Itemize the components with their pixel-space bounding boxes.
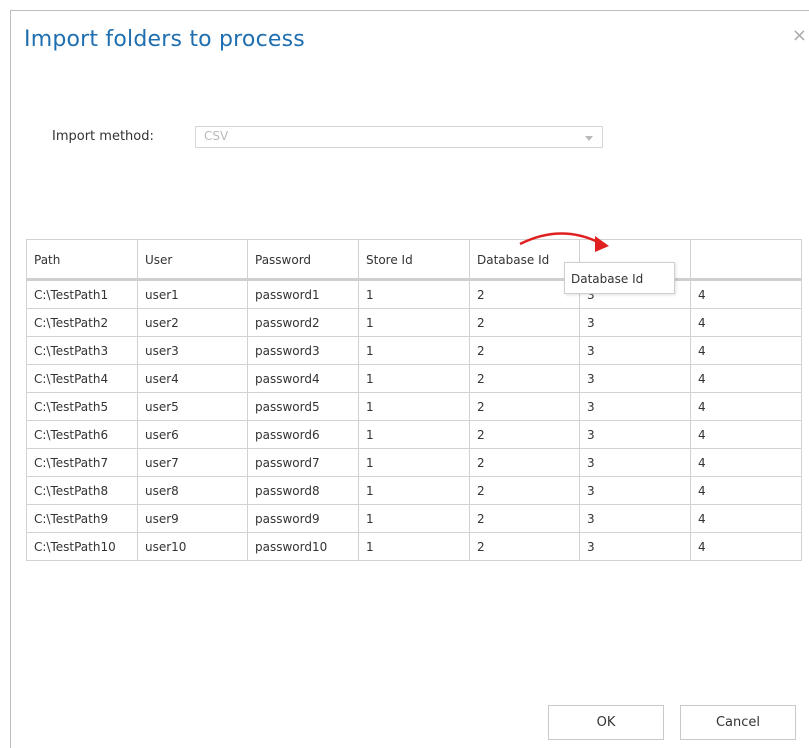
column-header-user[interactable]: User xyxy=(137,239,248,281)
column-header-password[interactable]: Password xyxy=(247,239,359,281)
cell-col-6[interactable]: 3 xyxy=(579,308,691,337)
cell-col-7[interactable]: 4 xyxy=(690,392,802,421)
cell-store-id[interactable]: 1 xyxy=(358,364,470,393)
cell-col-6[interactable]: 3 xyxy=(579,504,691,533)
ok-button[interactable]: OK xyxy=(548,705,664,740)
import-method-select[interactable]: CSV xyxy=(195,126,603,148)
cell-user[interactable]: user7 xyxy=(137,448,248,477)
cell-password[interactable]: password8 xyxy=(247,476,359,505)
cell-user[interactable]: user5 xyxy=(137,392,248,421)
cell-database-id[interactable]: 2 xyxy=(469,392,580,421)
cell-database-id[interactable]: 2 xyxy=(469,532,580,561)
cell-col-7[interactable]: 4 xyxy=(690,308,802,337)
cell-database-id[interactable]: 2 xyxy=(469,504,580,533)
cell-user[interactable]: user6 xyxy=(137,420,248,449)
cell-col-7[interactable]: 4 xyxy=(690,364,802,393)
cell-path[interactable]: C:\TestPath7 xyxy=(26,448,138,477)
cell-col-7[interactable]: 4 xyxy=(690,336,802,365)
cell-path[interactable]: C:\TestPath3 xyxy=(26,336,138,365)
cell-user[interactable]: user1 xyxy=(137,279,248,309)
import-grid: Path User Password Store Id Database Id … xyxy=(26,239,802,561)
table-row[interactable]: C:\TestPath8 user8 password8 1 2 3 4 xyxy=(26,476,802,505)
cell-password[interactable]: password1 xyxy=(247,279,359,309)
cell-password[interactable]: password7 xyxy=(247,448,359,477)
cell-store-id[interactable]: 1 xyxy=(358,448,470,477)
cell-path[interactable]: C:\TestPath2 xyxy=(26,308,138,337)
table-row[interactable]: C:\TestPath1 user1 password1 1 2 3 4 xyxy=(26,279,802,309)
cell-user[interactable]: user3 xyxy=(137,336,248,365)
cell-user[interactable]: user8 xyxy=(137,476,248,505)
cell-col-6[interactable]: 3 xyxy=(579,420,691,449)
cell-col-6[interactable]: 3 xyxy=(579,532,691,561)
cell-col-7[interactable]: 4 xyxy=(690,448,802,477)
cell-store-id[interactable]: 1 xyxy=(358,279,470,309)
cell-col-6[interactable]: 3 xyxy=(579,392,691,421)
import-method-label: Import method: xyxy=(52,129,154,144)
table-row[interactable]: C:\TestPath2 user2 password2 1 2 3 4 xyxy=(26,308,802,337)
table-row[interactable]: C:\TestPath7 user7 password7 1 2 3 4 xyxy=(26,448,802,477)
cell-database-id[interactable]: 2 xyxy=(469,476,580,505)
drag-column-tooltip: Database Id xyxy=(564,262,675,294)
cell-database-id[interactable]: 2 xyxy=(469,308,580,337)
cell-path[interactable]: C:\TestPath5 xyxy=(26,392,138,421)
cell-path[interactable]: C:\TestPath10 xyxy=(26,532,138,561)
cell-password[interactable]: password6 xyxy=(247,420,359,449)
cell-col-7[interactable]: 4 xyxy=(690,476,802,505)
chevron-down-icon xyxy=(585,136,593,141)
import-method-value: CSV xyxy=(204,129,229,143)
cell-user[interactable]: user9 xyxy=(137,504,248,533)
drag-arrow-annotation xyxy=(519,232,609,252)
cell-col-7[interactable]: 4 xyxy=(690,532,802,561)
table-row[interactable]: C:\TestPath10 user10 password10 1 2 3 4 xyxy=(26,532,802,561)
cell-store-id[interactable]: 1 xyxy=(358,308,470,337)
cell-col-7[interactable]: 4 xyxy=(690,420,802,449)
column-header-7[interactable] xyxy=(690,239,802,281)
table-row[interactable]: C:\TestPath5 user5 password5 1 2 3 4 xyxy=(26,392,802,421)
cell-col-6[interactable]: 3 xyxy=(579,448,691,477)
cell-store-id[interactable]: 1 xyxy=(358,476,470,505)
cell-password[interactable]: password4 xyxy=(247,364,359,393)
table-row[interactable]: C:\TestPath9 user9 password9 1 2 3 4 xyxy=(26,504,802,533)
column-header-store-id[interactable]: Store Id xyxy=(358,239,470,281)
cell-store-id[interactable]: 1 xyxy=(358,336,470,365)
cell-store-id[interactable]: 1 xyxy=(358,392,470,421)
cancel-button[interactable]: Cancel xyxy=(680,705,796,740)
cell-col-6[interactable]: 3 xyxy=(579,476,691,505)
cell-password[interactable]: password2 xyxy=(247,308,359,337)
dialog-title: Import folders to process xyxy=(24,27,305,52)
cell-database-id[interactable]: 2 xyxy=(469,448,580,477)
cell-password[interactable]: password5 xyxy=(247,392,359,421)
column-header-path[interactable]: Path xyxy=(26,239,138,281)
cell-store-id[interactable]: 1 xyxy=(358,532,470,561)
cell-path[interactable]: C:\TestPath8 xyxy=(26,476,138,505)
table-row[interactable]: C:\TestPath6 user6 password6 1 2 3 4 xyxy=(26,420,802,449)
drag-arrow-head xyxy=(595,236,609,252)
cell-user[interactable]: user2 xyxy=(137,308,248,337)
close-icon[interactable]: × xyxy=(792,27,807,45)
cell-path[interactable]: C:\TestPath6 xyxy=(26,420,138,449)
drag-arrow-curve xyxy=(519,232,599,246)
table-row[interactable]: C:\TestPath3 user3 password3 1 2 3 4 xyxy=(26,336,802,365)
cell-password[interactable]: password3 xyxy=(247,336,359,365)
cell-user[interactable]: user4 xyxy=(137,364,248,393)
cell-col-6[interactable]: 3 xyxy=(579,364,691,393)
cell-database-id[interactable]: 2 xyxy=(469,336,580,365)
cell-col-7[interactable]: 4 xyxy=(690,279,802,309)
cell-database-id[interactable]: 2 xyxy=(469,279,580,309)
table-row[interactable]: C:\TestPath4 user4 password4 1 2 3 4 xyxy=(26,364,802,393)
cell-path[interactable]: C:\TestPath1 xyxy=(26,279,138,309)
cell-store-id[interactable]: 1 xyxy=(358,420,470,449)
cell-col-7[interactable]: 4 xyxy=(690,504,802,533)
cell-user[interactable]: user10 xyxy=(137,532,248,561)
header-row: Path User Password Store Id Database Id xyxy=(26,239,802,281)
cell-path[interactable]: C:\TestPath4 xyxy=(26,364,138,393)
cell-database-id[interactable]: 2 xyxy=(469,364,580,393)
cell-database-id[interactable]: 2 xyxy=(469,420,580,449)
cell-password[interactable]: password10 xyxy=(247,532,359,561)
cell-password[interactable]: password9 xyxy=(247,504,359,533)
cell-store-id[interactable]: 1 xyxy=(358,504,470,533)
cell-col-6[interactable]: 3 xyxy=(579,336,691,365)
cell-path[interactable]: C:\TestPath9 xyxy=(26,504,138,533)
